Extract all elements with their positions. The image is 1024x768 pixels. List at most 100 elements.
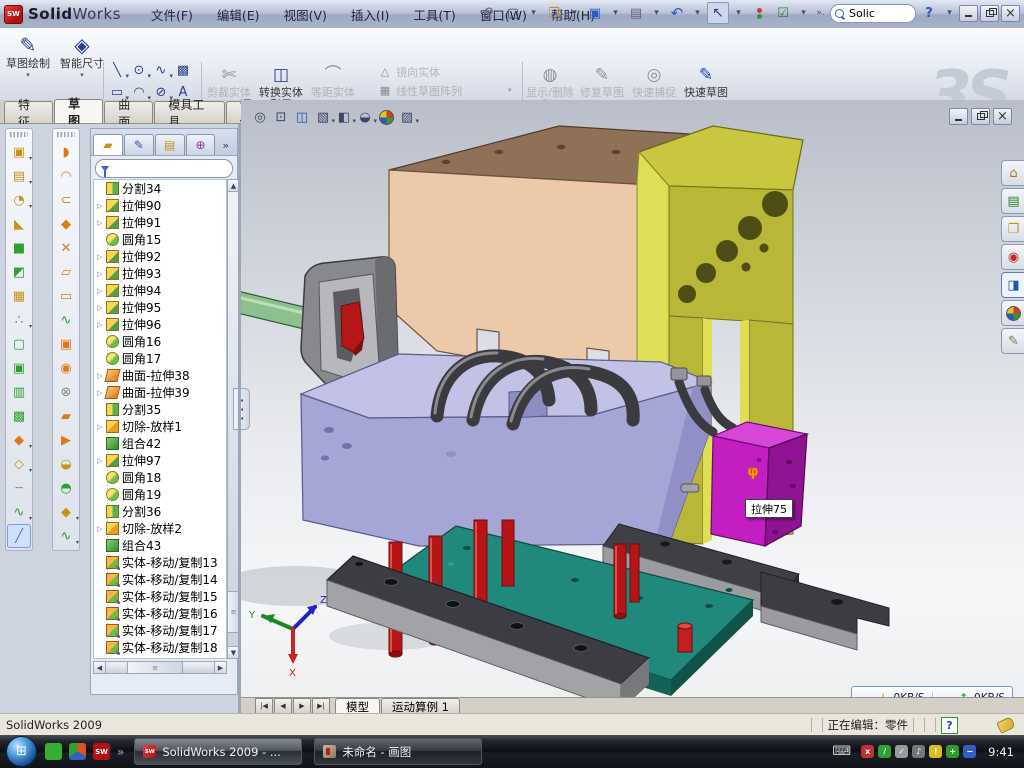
- exploded-mold-assembly[interactable]: φ: [241, 124, 1024, 697]
- expand-arrow-icon[interactable]: ▷: [97, 270, 106, 278]
- cm-button[interactable]: ◈ 智能尺寸 ▾: [56, 31, 108, 97]
- view-tool-icon[interactable]: ◒ ▾: [355, 107, 375, 127]
- cm-tab[interactable]: 特征: [4, 101, 53, 123]
- sketch-entity-icon[interactable]: ∿▾: [150, 59, 172, 81]
- tree-item[interactable]: ▷ 切除-放样2: [94, 520, 226, 537]
- tray-icon[interactable]: ♪: [912, 745, 925, 758]
- sketch-entity-icon[interactable]: ╲▾: [106, 59, 128, 81]
- panel-tab[interactable]: ⊕: [186, 134, 216, 155]
- tree-item[interactable]: ▷ 实体-移动/复制16: [94, 605, 226, 622]
- tree-item[interactable]: ▷ 拉伸90: [94, 197, 226, 214]
- tree-item[interactable]: ▷ 拉伸91: [94, 214, 226, 231]
- view-tool-icon[interactable]: ◎ ▾: [250, 107, 270, 127]
- expand-arrow-icon[interactable]: ▷: [97, 423, 106, 431]
- expand-arrow-icon[interactable]: ▷: [97, 253, 106, 261]
- mold-tool-icon[interactable]: ∿ ▾: [54, 524, 78, 548]
- tree-item[interactable]: ▷ 分割34: [94, 180, 226, 197]
- mold-tool-icon[interactable]: ◉ ▾: [54, 356, 78, 380]
- tree-item[interactable]: ▷ 实体-移动/复制14: [94, 571, 226, 588]
- scroll-left-button[interactable]: ◀: [93, 661, 106, 674]
- feature-tool-icon[interactable]: ╱ ▾: [7, 524, 31, 548]
- expand-arrow-icon[interactable]: ▷: [97, 525, 106, 533]
- panel-tab[interactable]: ▰: [93, 134, 123, 155]
- keyboard-layout-icon[interactable]: ⌨: [832, 744, 851, 759]
- taskbar-task-button[interactable]: SW SolidWorks 2009 - ...: [134, 738, 302, 765]
- tree-item[interactable]: ▷ 圆角18: [94, 469, 226, 486]
- quick-launch-icon[interactable]: [45, 743, 62, 760]
- scroll-right-button[interactable]: ▶: [214, 661, 227, 674]
- cm-tab[interactable]: 草图: [54, 99, 103, 123]
- mold-tool-icon[interactable]: ◗ ▾: [54, 140, 78, 164]
- tree-item[interactable]: ▷ 拉伸93: [94, 265, 226, 282]
- undo-dropdown[interactable]: ▾: [690, 2, 705, 24]
- mold-tool-icon[interactable]: ✕ ▾: [54, 236, 78, 260]
- toolbar-overflow[interactable]: ».: [813, 2, 828, 24]
- task-pane-tab[interactable]: ◉: [1001, 244, 1024, 270]
- feature-tool-icon[interactable]: ▢ ▾: [7, 332, 31, 356]
- quick-launch-icon[interactable]: SW: [93, 743, 110, 760]
- task-pane-tab[interactable]: ▤: [1001, 188, 1024, 214]
- feature-tool-icon[interactable]: ∴ ▾: [7, 308, 31, 332]
- mold-tool-icon[interactable]: ∿ ▾: [54, 308, 78, 332]
- tree-item[interactable]: ▷ 曲面-拉伸39: [94, 384, 226, 401]
- new-dropdown[interactable]: ▾: [526, 2, 541, 24]
- expand-arrow-icon[interactable]: ▷: [97, 304, 106, 312]
- tree-item[interactable]: ▷ 实体-移动/复制17: [94, 622, 226, 639]
- feature-tool-icon[interactable]: ◩ ▾: [7, 260, 31, 284]
- menu-item[interactable]: 文件(F): [139, 2, 205, 27]
- feature-tool-icon[interactable]: ▩ ▾: [7, 404, 31, 428]
- expand-arrow-icon[interactable]: ▷: [97, 287, 106, 295]
- mold-tool-icon[interactable]: ⊗ ▾: [54, 380, 78, 404]
- feature-tool-icon[interactable]: ▣ ▾: [7, 356, 31, 380]
- task-pane-tab[interactable]: ❒: [1001, 216, 1024, 242]
- task-pane-tab[interactable]: ✎: [1001, 328, 1024, 354]
- taskbar-clock[interactable]: 9:41: [988, 745, 1014, 759]
- magenta-block[interactable]: φ: [711, 422, 807, 546]
- expand-arrow-icon[interactable]: ▷: [97, 321, 106, 329]
- mold-tool-icon[interactable]: ◓ ▾: [54, 476, 78, 500]
- tree-item[interactable]: ▷ 组合43: [94, 537, 226, 554]
- tree-item[interactable]: ▷ 拉伸97: [94, 452, 226, 469]
- mold-tool-icon[interactable]: ⊂ ▾: [54, 188, 78, 212]
- help-dropdown[interactable]: ▾: [942, 2, 957, 24]
- menu-item[interactable]: 编辑(E): [205, 2, 272, 27]
- cm-tab[interactable]: 曲面: [104, 101, 153, 123]
- tree-item[interactable]: ▷ 拉伸92: [94, 248, 226, 265]
- expand-arrow-icon[interactable]: ▷: [97, 457, 106, 465]
- sketch-entity-icon[interactable]: ⊙▾: [128, 59, 150, 81]
- save-dropdown[interactable]: ▾: [608, 2, 623, 24]
- tree-item[interactable]: ▷ 拉伸96: [94, 316, 226, 333]
- tray-icon[interactable]: /: [878, 745, 891, 758]
- quick-tips-icon[interactable]: ?: [941, 717, 958, 734]
- view-tool-icon[interactable]: ◧ ▾: [334, 107, 354, 127]
- tree-item[interactable]: ▷ 圆角19: [94, 486, 226, 503]
- tray-icon[interactable]: x: [861, 745, 874, 758]
- start-button[interactable]: ⊞: [6, 736, 37, 767]
- print-icon[interactable]: ▤: [625, 2, 647, 24]
- view-tool-icon[interactable]: ⊡ ▾: [271, 107, 291, 127]
- options-icon[interactable]: ☑: [772, 2, 794, 24]
- mold-tool-icon[interactable]: ▰ ▾: [54, 404, 78, 428]
- toolbar-grip[interactable]: [57, 132, 75, 137]
- feature-tool-icon[interactable]: ◣ ▾: [7, 212, 31, 236]
- tab-nav-button[interactable]: ◀: [274, 698, 292, 714]
- feature-tool-icon[interactable]: ∿ ▾: [7, 500, 31, 524]
- view-tool-icon[interactable]: ▨ ▾: [397, 107, 417, 127]
- feature-tool-icon[interactable]: ◔ ▾: [7, 188, 31, 212]
- tree-item[interactable]: ▷ 圆角16: [94, 333, 226, 350]
- panel-tab[interactable]: ✎: [124, 134, 154, 155]
- panel-tabs-overflow[interactable]: »: [216, 135, 235, 155]
- horizontal-scroll-thumb[interactable]: ≡: [127, 661, 183, 674]
- doc-restore-button[interactable]: [971, 108, 990, 125]
- tab-nav-button[interactable]: |◀: [255, 698, 273, 714]
- mold-tool-icon[interactable]: ◆ ▾: [54, 212, 78, 236]
- new-document-icon[interactable]: ▢: [502, 2, 524, 24]
- model-tab[interactable]: 运动算例 1: [381, 698, 460, 714]
- task-pane-tab[interactable]: ⌂: [1001, 160, 1024, 186]
- task-pane-tab[interactable]: [1001, 300, 1024, 326]
- tree-item[interactable]: ▷ 实体-移动/复制15: [94, 588, 226, 605]
- cm-button[interactable]: △ 镜向实体: [378, 62, 506, 81]
- restore-button[interactable]: [980, 5, 999, 22]
- mold-tool-icon[interactable]: ▶ ▾: [54, 428, 78, 452]
- cm-button[interactable]: ▦ 线性草图阵列: [378, 81, 506, 100]
